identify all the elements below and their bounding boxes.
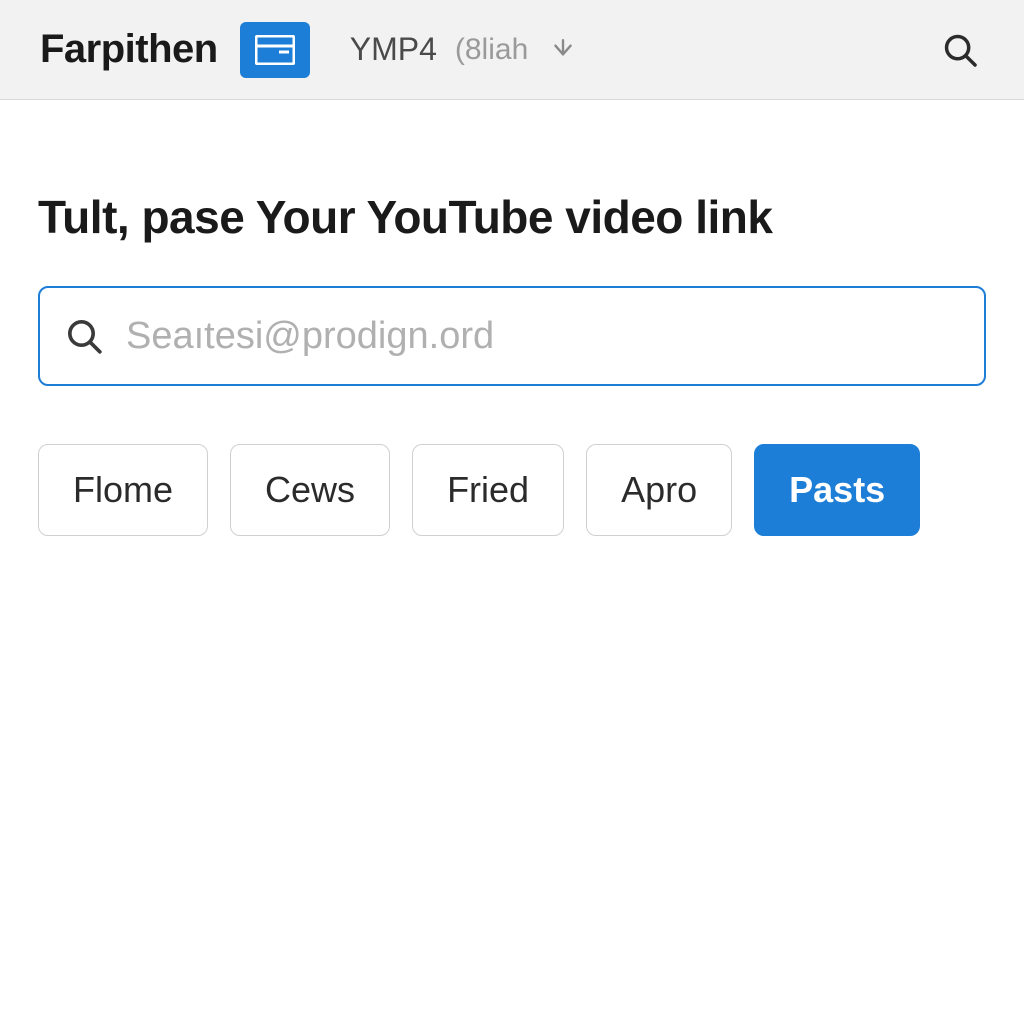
- tab-pasts[interactable]: Pasts: [754, 444, 920, 536]
- app-logo-badge: [240, 22, 310, 78]
- app-header: Farpithen YMP4 (8liah: [0, 0, 1024, 100]
- main-content: Tult, pase Your YouTube video link Flome…: [0, 100, 1024, 536]
- page-heading: Tult, pase Your YouTube video link: [38, 190, 986, 244]
- tab-label: Flome: [73, 469, 173, 511]
- video-link-input-wrap[interactable]: [38, 286, 986, 386]
- tab-label: Cews: [265, 469, 355, 511]
- tab-flome[interactable]: Flome: [38, 444, 208, 536]
- tab-cews[interactable]: Cews: [230, 444, 390, 536]
- nav-primary[interactable]: YMP4: [350, 31, 437, 68]
- app-logo-text: Farpithen: [40, 27, 218, 72]
- tab-row: Flome Cews Fried Apro Pasts: [38, 444, 986, 536]
- chevron-down-icon: [550, 37, 576, 63]
- tab-label: Fried: [447, 469, 529, 511]
- search-icon: [64, 316, 104, 356]
- search-icon-wrap: [64, 316, 104, 356]
- tab-fried[interactable]: Fried: [412, 444, 564, 536]
- nav-dropdown-toggle[interactable]: [550, 37, 576, 63]
- window-icon: [255, 35, 295, 65]
- nav-secondary: (8liah: [455, 33, 528, 67]
- tab-apro[interactable]: Apro: [586, 444, 732, 536]
- tab-label: Apro: [621, 469, 697, 511]
- video-link-input[interactable]: [126, 315, 960, 358]
- header-search-button[interactable]: [936, 26, 984, 74]
- search-icon: [941, 31, 979, 69]
- tab-label: Pasts: [789, 469, 885, 511]
